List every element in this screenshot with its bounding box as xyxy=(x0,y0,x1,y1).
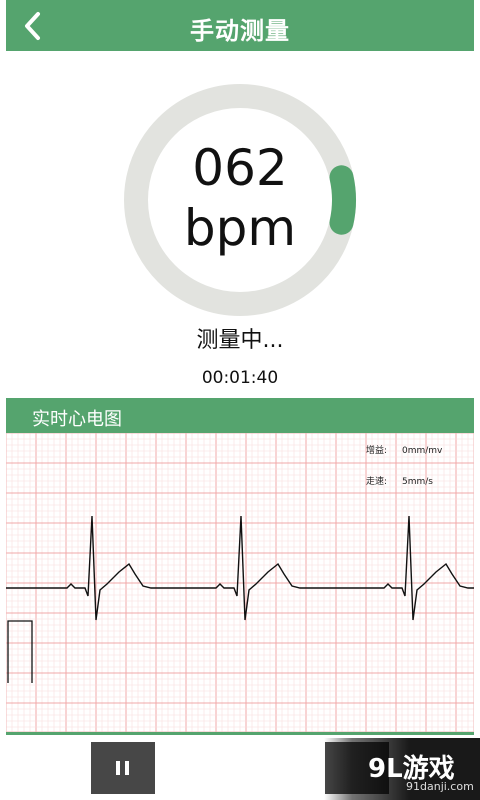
measurement-status: 测量中... xyxy=(196,328,284,353)
watermark: 9L游戏 91danji.com xyxy=(324,738,480,800)
heart-rate-value: 062 xyxy=(192,139,288,197)
ecg-title: 实时心电图 xyxy=(32,409,122,430)
pause-button[interactable] xyxy=(91,742,155,794)
speed-label: 走速: xyxy=(366,476,387,487)
elapsed-time: 00:01:40 xyxy=(201,368,279,388)
watermark-url: 91danji.com xyxy=(406,780,474,793)
ecg-header: 实时心电图 xyxy=(6,398,474,433)
calibration-pulse xyxy=(7,620,33,683)
ecg-svg: 增益: 0mm/mv 走速: 5mm/s xyxy=(5,432,475,733)
pause-icon xyxy=(116,761,129,775)
heart-rate-unit: bpm xyxy=(183,199,297,257)
page-title: 手动测量 xyxy=(190,17,290,45)
gain-label: 增益: xyxy=(366,444,387,456)
ecg-chart: 增益: 0mm/mv 走速: 5mm/s xyxy=(5,432,475,733)
gain-value: 0mm/mv xyxy=(402,446,443,456)
speed-value: 5mm/s xyxy=(402,477,433,487)
top-bar: 手动测量 xyxy=(6,0,474,51)
